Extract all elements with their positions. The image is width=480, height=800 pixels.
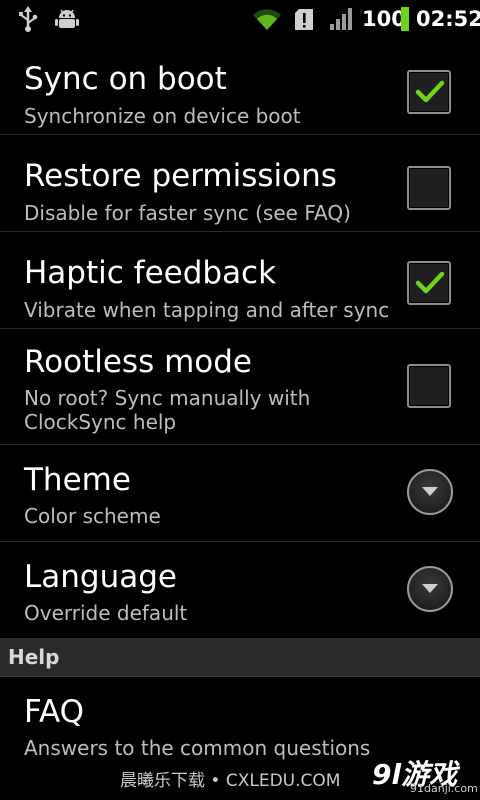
signal-icon <box>330 8 354 34</box>
checkmark-icon <box>415 271 445 294</box>
pref-title: Haptic feedback <box>24 255 277 291</box>
chevron-down-icon <box>422 487 438 496</box>
sd-card-alert-icon <box>295 9 313 34</box>
pref-summary: Override default <box>24 601 188 625</box>
pref-title: Restore permissions <box>24 158 337 194</box>
theme-dropdown-button[interactable] <box>407 469 453 515</box>
language-dropdown-button[interactable] <box>407 566 453 612</box>
status-bar: 100 02:52 <box>0 0 480 38</box>
pref-haptic-feedback[interactable]: Haptic feedback Vibrate when tapping and… <box>0 232 480 329</box>
android-debug-icon <box>55 8 79 34</box>
pref-title: Sync on boot <box>24 61 227 97</box>
pref-sync-on-boot[interactable]: Sync on boot Synchronize on device boot <box>0 38 480 135</box>
pref-summary: Answers to the common questions <box>24 736 371 760</box>
pref-summary: Synchronize on device boot <box>24 104 301 128</box>
wifi-icon <box>252 7 282 35</box>
pref-title: FAQ <box>24 694 85 730</box>
pref-summary: Vibrate when tapping and after sync <box>24 298 390 322</box>
restore-permissions-checkbox[interactable] <box>407 166 451 210</box>
haptic-feedback-checkbox[interactable] <box>407 261 451 305</box>
category-header-help: Help <box>0 639 480 677</box>
pref-title: Theme <box>24 462 131 498</box>
pref-title: Language <box>24 559 177 595</box>
pref-title: Rootless mode <box>24 344 252 380</box>
pref-rootless-mode[interactable]: Rootless mode No root? Sync manually wit… <box>0 329 480 445</box>
battery-level-text: 100 <box>362 7 406 31</box>
watermark: 晨曦乐下载 • CXLEDU.COM 9l游戏 91danji.com <box>0 758 480 800</box>
checkmark-icon <box>415 80 445 103</box>
preference-list: Sync on boot Synchronize on device boot … <box>0 38 480 775</box>
pref-summary: Disable for faster sync (see FAQ) <box>24 201 351 225</box>
pref-summary: Color scheme <box>24 504 161 528</box>
sync-on-boot-checkbox[interactable] <box>407 70 451 114</box>
pref-summary: No root? Sync manually with ClockSync he… <box>24 386 311 434</box>
watermark-text: 晨曦乐下载 • CXLEDU.COM <box>120 771 341 791</box>
category-label: Help <box>8 645 60 669</box>
pref-restore-permissions[interactable]: Restore permissions Disable for faster s… <box>0 135 480 232</box>
pref-theme[interactable]: Theme Color scheme <box>0 445 480 542</box>
pref-language[interactable]: Language Override default <box>0 542 480 639</box>
chevron-down-icon <box>422 584 438 593</box>
battery-icon <box>401 7 409 35</box>
rootless-mode-checkbox[interactable] <box>407 364 451 408</box>
watermark-url: 91danji.com <box>410 782 478 795</box>
clock-text: 02:52 <box>416 7 480 31</box>
usb-icon <box>18 6 38 36</box>
